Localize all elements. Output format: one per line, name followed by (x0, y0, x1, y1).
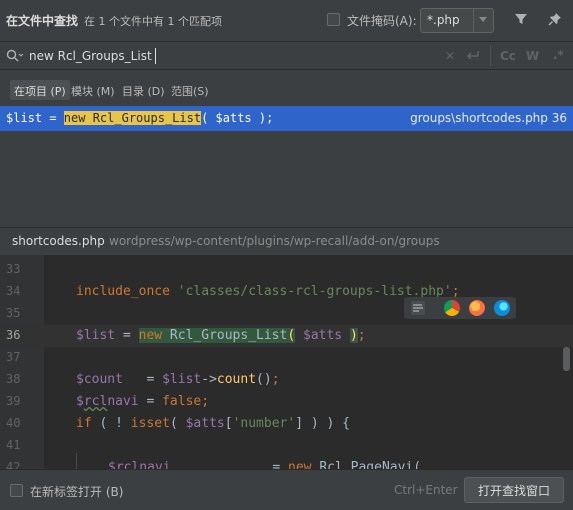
line-number: 42 (6, 460, 21, 469)
preview-file-name: shortcodes.php (12, 234, 105, 248)
close-icon[interactable]: ✕ (445, 49, 455, 63)
search-icon[interactable] (6, 49, 24, 63)
line-number: 35 (6, 306, 21, 320)
chrome-icon[interactable] (444, 300, 460, 316)
edge-icon[interactable] (494, 300, 510, 316)
code-line: 38 $count = $list->count(); (0, 369, 573, 391)
line-number: 34 (6, 284, 21, 298)
file-mask-label[interactable]: 文件掩码(A): (347, 12, 417, 29)
code-text: $count = $list->count(); (76, 372, 280, 387)
result-code: $list = new Rcl_Groups_List( $atts ); (6, 111, 273, 125)
line-number: 38 (6, 372, 21, 386)
shortcut-hint: Ctrl+Enter (394, 483, 458, 497)
scope-scope[interactable]: 范围(S) (167, 80, 213, 100)
toolbar-separator (490, 46, 491, 66)
regex-icon[interactable]: .* (553, 48, 564, 62)
line-number: 39 (6, 394, 21, 408)
line-number: 41 (6, 438, 21, 452)
code-text: include_once 'classes/class-rcl-groups-l… (76, 284, 460, 299)
preview-file-path: wordpress/wp-content/plugins/wp-recall/a… (109, 234, 440, 248)
dialog-footer: 在新标签打开 (B) Ctrl+Enter 打开查找窗口 (0, 469, 573, 510)
structure-icon[interactable] (410, 300, 426, 316)
code-line: 42 $rclnavi = new Rcl_PageNavi( (0, 457, 573, 469)
file-mask-value: *.php (427, 13, 460, 27)
line-number: 37 (6, 350, 21, 364)
scope-project[interactable]: 在项目 (P) (10, 80, 70, 100)
result-code-before: $list = (6, 111, 64, 125)
scope-tabs: 在项目 (P) 模块 (M) 目录 (D) 范围(S) (0, 70, 573, 106)
preview-header: shortcodes.php wordpress/wp-content/plug… (0, 227, 573, 255)
combo-separator (473, 9, 474, 32)
scope-module[interactable]: 模块 (M) (67, 80, 119, 100)
text-caret (155, 48, 156, 64)
code-line: 33 (0, 259, 573, 281)
line-number: 33 (6, 262, 21, 276)
result-match-highlight: new Rcl_Groups_List (63, 111, 202, 125)
file-mask-combo[interactable]: *.php (420, 8, 494, 33)
open-in-new-tab-checkbox[interactable] (10, 484, 23, 497)
open-find-window-button[interactable]: 打开查找窗口 (464, 477, 564, 503)
code-line: 39 $rclnavi = false; (0, 391, 573, 413)
code-line: 40 if ( ! isset( $atts['number'] ) ) { (0, 413, 573, 435)
firefox-icon[interactable] (469, 300, 485, 316)
search-row: ✕ Cc W .* (0, 41, 573, 70)
code-line: 37 (0, 347, 573, 369)
search-input[interactable] (29, 47, 429, 65)
dialog-title: 在文件中查找 (6, 14, 79, 28)
result-row[interactable]: $list = new Rcl_Groups_List( $atts ); gr… (0, 106, 573, 131)
line-number: 36 (6, 328, 21, 342)
code-text: $list = new Rcl_Groups_List( $atts ); (76, 328, 366, 343)
code-line: 41 (0, 435, 573, 457)
file-mask-checkbox[interactable] (327, 13, 340, 26)
results-list: $list = new Rcl_Groups_List( $atts ); gr… (0, 106, 573, 227)
browser-preview-toolbar (404, 297, 516, 319)
match-case-icon[interactable]: Cc (500, 49, 516, 63)
result-code-after: ( $atts ); (201, 111, 274, 125)
chevron-down-icon[interactable] (479, 17, 487, 22)
code-text: if ( ! isset( $atts['number'] ) ) { (76, 416, 350, 431)
filter-icon[interactable] (514, 12, 528, 26)
code-line-current: 36 $list = new Rcl_Groups_List( $atts ); (0, 325, 573, 347)
code-text: $rclnavi = false; (76, 394, 210, 409)
line-number: 40 (6, 416, 21, 430)
result-location: groups\shortcodes.php 36 (410, 111, 567, 125)
pin-icon[interactable] (547, 11, 563, 27)
newline-icon[interactable] (466, 50, 480, 62)
scope-directory[interactable]: 目录 (D) (118, 80, 169, 100)
code-preview-editor[interactable]: 33 34 include_once 'classes/class-rcl-gr… (0, 255, 573, 469)
open-in-new-tab-label[interactable]: 在新标签打开 (B) (30, 483, 123, 500)
scrollbar-thumb[interactable] (563, 347, 570, 371)
find-in-files-header: 在文件中查找 在 1 个文件中有 1 个匹配项 文件掩码(A): *.php (0, 0, 573, 41)
match-summary: 在 1 个文件中有 1 个匹配项 (84, 15, 222, 28)
whole-words-icon[interactable]: W (526, 49, 539, 63)
code-text: $rclnavi = new Rcl_PageNavi( (108, 460, 422, 469)
indent-guide (76, 453, 77, 469)
